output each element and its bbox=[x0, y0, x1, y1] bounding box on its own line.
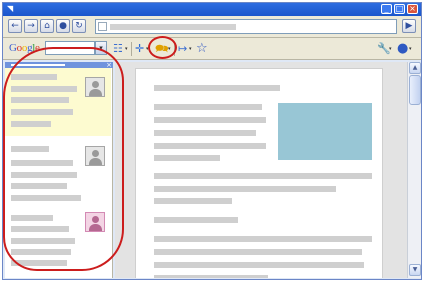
chevron-down-icon[interactable]: ▾ bbox=[125, 41, 128, 57]
minimize-button[interactable]: _ bbox=[381, 4, 392, 14]
close-button[interactable]: × bbox=[407, 4, 418, 14]
news-icon[interactable]: ✛ bbox=[135, 41, 144, 57]
page-content-area bbox=[115, 62, 407, 278]
google-logo-letter: G bbox=[9, 42, 17, 54]
globe-icon[interactable]: ● bbox=[397, 41, 408, 57]
text-line bbox=[154, 104, 262, 110]
scroll-down-button[interactable]: ▼ bbox=[409, 264, 421, 276]
text-line bbox=[154, 249, 362, 255]
refresh-icon: ↻ bbox=[75, 20, 83, 31]
refresh-button[interactable]: ↻ bbox=[72, 19, 86, 33]
link-icon[interactable]: ↦ bbox=[178, 41, 187, 57]
image-placeholder bbox=[278, 103, 372, 160]
back-arrow-icon: ← bbox=[11, 20, 19, 31]
chevron-down-icon[interactable]: ▾ bbox=[409, 41, 412, 57]
text-line bbox=[154, 198, 232, 204]
navigation-toolbar: ← → ⌂ ● ↻ ▶ bbox=[3, 16, 421, 38]
browser-window: ◥ _ □ × ← → ⌂ ● ↻ ▶ Google ▾ ☷ ▾ ✛ ▾ 🗪 ▾… bbox=[2, 2, 422, 280]
address-text-placeholder bbox=[110, 24, 236, 30]
text-line bbox=[154, 186, 336, 192]
home-icon: ⌂ bbox=[44, 20, 50, 31]
home-button[interactable]: ⌂ bbox=[40, 19, 54, 33]
app-icon: ◥ bbox=[7, 4, 14, 13]
text-line bbox=[154, 155, 220, 161]
bookmarks-grid-icon[interactable]: ☷ bbox=[113, 41, 123, 57]
document-page bbox=[135, 68, 383, 278]
stop-icon: ● bbox=[59, 20, 67, 31]
toolbar-separator bbox=[131, 42, 132, 56]
go-button[interactable]: ▶ bbox=[402, 19, 416, 33]
scroll-thumb[interactable] bbox=[409, 75, 421, 105]
chevron-down-icon[interactable]: ▾ bbox=[389, 41, 392, 57]
star-icon[interactable]: ☆ bbox=[196, 41, 208, 57]
maximize-button[interactable]: □ bbox=[394, 4, 405, 14]
forward-arrow-icon: → bbox=[27, 20, 35, 31]
text-line bbox=[154, 275, 268, 278]
section-heading-placeholder bbox=[154, 217, 238, 223]
title-bar[interactable]: ◥ _ □ × bbox=[3, 3, 421, 16]
text-line bbox=[154, 130, 256, 136]
text-line bbox=[154, 262, 364, 268]
page-icon bbox=[98, 22, 107, 31]
chevron-down-icon[interactable]: ▾ bbox=[189, 41, 192, 57]
stop-button[interactable]: ● bbox=[56, 19, 70, 33]
text-line bbox=[154, 143, 266, 149]
text-line bbox=[154, 117, 266, 123]
address-bar[interactable] bbox=[95, 19, 397, 34]
vertical-scrollbar[interactable]: ▲ ▼ bbox=[407, 62, 421, 278]
note-button-highlight-annotation bbox=[148, 36, 177, 59]
text-line bbox=[154, 173, 372, 179]
go-arrow-icon: ▶ bbox=[405, 20, 413, 31]
page-heading-placeholder bbox=[154, 85, 280, 91]
sidebar-highlight-annotation bbox=[3, 47, 124, 271]
back-button[interactable]: ← bbox=[8, 19, 22, 33]
text-line bbox=[154, 236, 372, 242]
forward-button[interactable]: → bbox=[24, 19, 38, 33]
scroll-up-button[interactable]: ▲ bbox=[409, 62, 421, 74]
